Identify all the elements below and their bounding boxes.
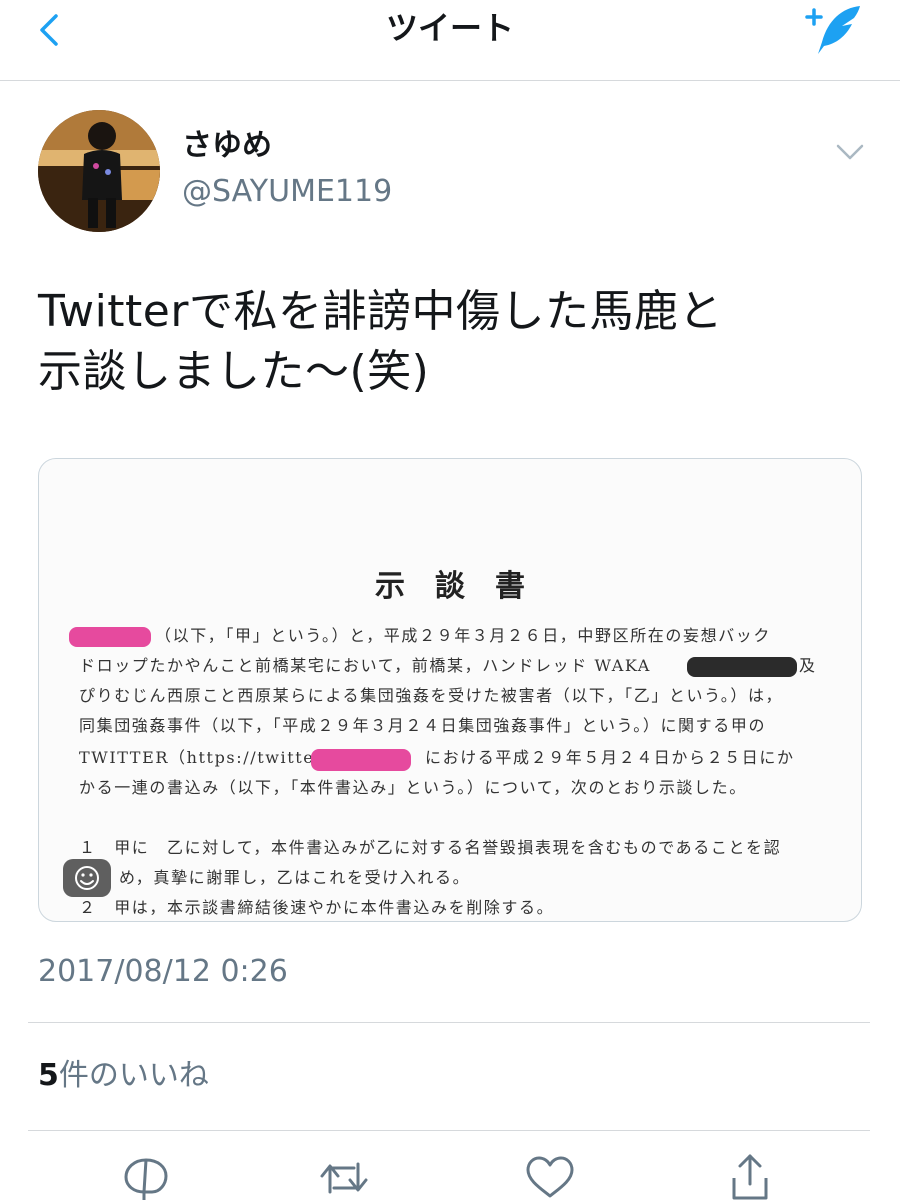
compose-tweet-icon[interactable] (802, 2, 866, 58)
divider (28, 1022, 870, 1023)
chevron-down-icon[interactable] (834, 140, 866, 164)
document-line: 同集団強姦事件（以下，「平成２９年３月２４日集団強姦事件」という。）に関する甲の (79, 716, 767, 735)
document-title: 示談書 (375, 569, 555, 604)
reply-icon[interactable] (118, 1152, 174, 1200)
sticker-button[interactable] (63, 859, 111, 897)
tweet-image[interactable]: 示談書 （以下，「甲」という。）と，平成２９年３月２６日，中野区所在の妄想バック… (38, 458, 862, 922)
divider (28, 1130, 870, 1131)
document-line: ドロップたかやんこと前橋某宅において，前橋某，ハンドレッド WAKA (79, 656, 651, 675)
document-line: （以下，「甲」という。）と，平成２９年３月２６日，中野区所在の妄想バック (155, 626, 772, 645)
tweet-timestamp: 2017/08/12 0:26 (38, 954, 288, 989)
user-handle[interactable]: @SAYUME119 (182, 174, 392, 210)
redaction-mark (687, 657, 797, 677)
share-icon[interactable] (722, 1152, 778, 1200)
document-line: 及 (799, 656, 817, 675)
display-name[interactable]: さゆめ (182, 128, 272, 164)
tweet-text: Twitterで私を誹謗中傷した馬鹿と 示談しました〜(笑) (38, 282, 868, 402)
redaction-mark (69, 627, 151, 647)
redaction-mark (311, 749, 411, 771)
document-line: ぴりむじん西原こと西原某らによる集団強姦を受けた被害者（以下，「乙」という。）は… (79, 686, 784, 705)
document-line: かる一連の書込み（以下，「本件書込み」という。）について，次のとおり示談した。 (79, 778, 747, 797)
smiley-icon (75, 866, 99, 890)
likes-count: 5 (38, 1058, 59, 1093)
tweet-text-line: 示談しました〜(笑) (38, 346, 430, 397)
avatar[interactable] (38, 110, 160, 232)
tweet-text-line: Twitterで私を誹謗中傷した馬鹿と (38, 286, 723, 337)
document-line: ２ 甲は，本示談書締結後速やかに本件書込みを削除する。 (79, 898, 555, 917)
retweet-icon[interactable] (316, 1152, 372, 1200)
document-line: における平成２９年５月２４日から２５日にか (425, 748, 795, 767)
likes-summary[interactable]: 5件のいいね (38, 1056, 209, 1096)
document-line: め，真摯に謝罪し，乙はこれを受け入れる。 (119, 868, 471, 887)
like-icon[interactable] (522, 1152, 578, 1200)
document-line: １ 甲に 乙に対して，本件書込みが乙に対する名誉毀損表現を含むものであることを認 (79, 838, 782, 857)
page-title: ツイート (385, 9, 514, 47)
likes-label: 件のいいね (58, 1058, 209, 1093)
